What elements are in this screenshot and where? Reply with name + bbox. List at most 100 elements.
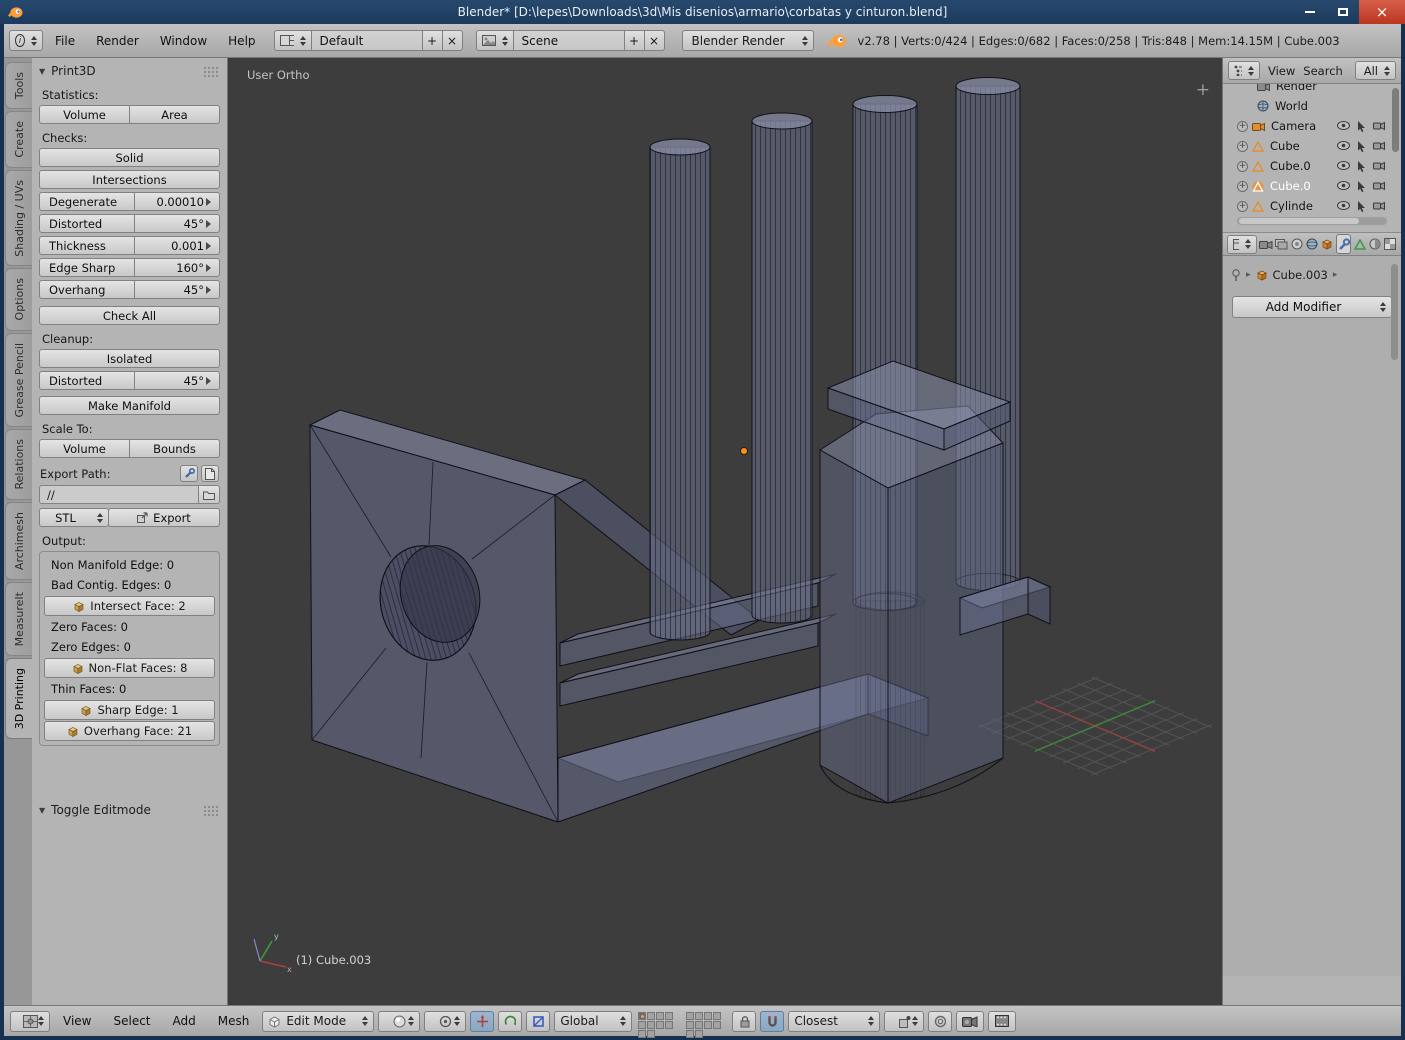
layer-cell[interactable] — [638, 1012, 647, 1020]
layer-cell[interactable] — [695, 1030, 704, 1038]
layer-grid-left[interactable] — [637, 1012, 679, 1038]
mode-select[interactable]: Edit Mode — [262, 1010, 375, 1032]
outliner-display-select[interactable]: All — [1354, 61, 1396, 80]
layer-cell[interactable] — [686, 1012, 695, 1020]
viewport-canvas[interactable] — [228, 58, 1222, 1005]
visibility-eye-icon[interactable] — [1337, 120, 1350, 130]
tab-object[interactable] — [1321, 234, 1334, 254]
selectable-cursor-icon[interactable] — [1357, 180, 1366, 192]
tab-grease-pencil[interactable]: Grease Pencil — [5, 332, 32, 428]
scale-volume-button[interactable]: Volume — [39, 439, 130, 458]
layer-cell[interactable] — [713, 1012, 722, 1020]
layer-cell[interactable] — [656, 1021, 665, 1029]
render-opengl-button[interactable] — [956, 1010, 985, 1032]
viewport-menu-mesh[interactable]: Mesh — [209, 1014, 259, 1028]
tab-archimesh[interactable]: Archimesh — [5, 501, 32, 580]
render-engine-select[interactable]: Blender Render — [681, 30, 814, 51]
selectable-cursor-icon[interactable] — [1357, 140, 1366, 152]
layer-cell[interactable] — [713, 1021, 722, 1029]
outliner-item-cylinder[interactable]: + Cylinde — [1223, 196, 1401, 214]
area-button[interactable]: Area — [129, 105, 220, 124]
outliner-item-camera[interactable]: + Camera — [1223, 116, 1401, 136]
make-manifold-button[interactable]: Make Manifold — [39, 396, 220, 415]
cleanup-distorted-button[interactable]: Distorted — [39, 371, 135, 390]
delete-layout-button[interactable]: × — [441, 30, 463, 51]
layer-cell[interactable] — [695, 1021, 704, 1029]
file-hidden-button[interactable] — [201, 465, 219, 482]
tab-create[interactable]: Create — [5, 111, 32, 168]
scale-bounds-button[interactable]: Bounds — [129, 439, 220, 458]
scene-lock-button[interactable] — [732, 1010, 757, 1032]
volume-button[interactable]: Volume — [39, 105, 130, 124]
viewport-menu-add[interactable]: Add — [164, 1014, 205, 1028]
layer-cell[interactable] — [704, 1021, 713, 1029]
outliner-item-render[interactable]: Render — [1223, 84, 1401, 96]
rotate-manipulator-toggle[interactable] — [498, 1010, 523, 1032]
visibility-eye-icon[interactable] — [1337, 140, 1350, 150]
panel-drag-icon[interactable] — [203, 804, 220, 816]
external-editor-button[interactable] — [180, 465, 198, 482]
editor-type-button[interactable]: i — [9, 30, 43, 51]
selectable-cursor-icon[interactable] — [1357, 200, 1366, 212]
title-bar[interactable]: Blender* [D:\lepes\Downloads\3d\Mis dise… — [0, 0, 1405, 24]
renderable-camera-icon[interactable] — [1373, 121, 1385, 131]
layer-cell[interactable] — [686, 1021, 695, 1029]
sharp-edge-button[interactable]: Sharp Edge: 1 — [44, 700, 215, 720]
outliner-item-world[interactable]: World — [1223, 96, 1401, 116]
snap-toggle[interactable] — [760, 1010, 785, 1032]
scene-name[interactable]: Scene — [512, 30, 625, 51]
scene-browse-button[interactable] — [475, 30, 514, 51]
cleanup-distorted-value-field[interactable]: 45° — [134, 371, 220, 390]
check-all-button[interactable]: Check All — [39, 306, 220, 325]
layer-cell[interactable] — [638, 1021, 647, 1029]
minimize-button[interactable] — [1293, 0, 1326, 24]
layer-cell[interactable] — [665, 1012, 674, 1020]
degenerate-value-field[interactable]: 0.00010 — [134, 192, 220, 211]
expand-icon[interactable]: + — [1237, 140, 1248, 152]
menu-render[interactable]: Render — [87, 34, 148, 48]
tab-world[interactable] — [1306, 234, 1319, 254]
renderable-camera-icon[interactable] — [1373, 141, 1385, 151]
check-intersections-button[interactable]: Intersections — [39, 170, 220, 189]
tab-modifiers[interactable] — [1336, 234, 1352, 254]
tab-shading-uvs[interactable]: Shading / UVs — [5, 169, 32, 267]
expand-icon[interactable]: + — [1237, 160, 1248, 172]
screen-layout-name[interactable]: Default — [310, 30, 423, 51]
close-button[interactable]: × — [1359, 0, 1405, 24]
check-edge-sharp-button[interactable]: Edge Sharp — [39, 258, 135, 277]
maximize-button[interactable] — [1326, 0, 1359, 24]
snap-target-button[interactable] — [884, 1010, 925, 1032]
viewport-editor-type-button[interactable] — [10, 1010, 50, 1032]
renderable-camera-icon[interactable] — [1373, 181, 1385, 191]
check-distorted-button[interactable]: Distorted — [39, 214, 135, 233]
proportional-edit-button[interactable] — [928, 1010, 953, 1032]
tab-3d-printing[interactable]: 3D Printing — [5, 658, 32, 740]
outliner-editor-type-button[interactable] — [1228, 61, 1260, 80]
outliner-horizontal-scrollbar[interactable] — [1237, 217, 1387, 225]
expand-icon[interactable]: + — [1237, 120, 1248, 132]
intersect-face-button[interactable]: Intersect Face: 2 — [44, 596, 215, 616]
translate-manipulator-toggle[interactable] — [470, 1010, 495, 1032]
3d-viewport[interactable]: User Ortho (1) Cube.003 + y x — [228, 58, 1222, 1005]
outliner-item-cube0-active[interactable]: + Cube.0 — [1223, 176, 1401, 196]
region-toggle-icon[interactable]: + — [1196, 80, 1210, 100]
add-layout-button[interactable]: + — [421, 30, 443, 51]
layer-cell[interactable] — [647, 1012, 656, 1020]
tab-tools[interactable]: Tools — [5, 62, 32, 110]
pivot-point-select[interactable] — [424, 1010, 467, 1032]
print3d-panel-header[interactable]: ▼ Print3D — [32, 61, 227, 81]
check-degenerate-button[interactable]: Degenerate — [39, 192, 135, 211]
transform-orientation-select[interactable]: Global — [554, 1010, 633, 1032]
delete-scene-button[interactable]: × — [643, 30, 665, 51]
browse-folder-button[interactable] — [198, 485, 220, 504]
check-overhang-button[interactable]: Overhang — [39, 280, 135, 299]
tab-material[interactable] — [1368, 234, 1381, 254]
layer-cell[interactable] — [647, 1021, 656, 1029]
distorted-value-field[interactable]: 45° — [134, 214, 220, 233]
tab-render-layers[interactable] — [1275, 234, 1288, 254]
layer-cell[interactable] — [656, 1012, 665, 1020]
viewport-shading-select[interactable] — [378, 1010, 421, 1032]
export-path-input[interactable]: // — [39, 485, 199, 504]
check-solid-button[interactable]: Solid — [39, 148, 220, 167]
menu-file[interactable]: File — [46, 34, 84, 48]
